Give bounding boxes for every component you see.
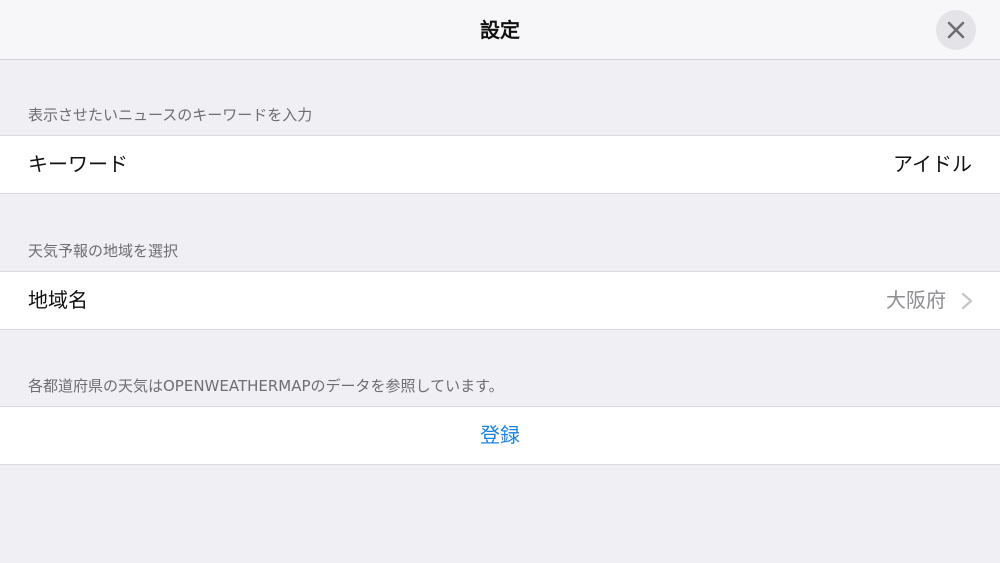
- region-cell[interactable]: 地域名 大阪府: [0, 271, 1000, 330]
- region-section-header: 天気予報の地域を選択: [28, 242, 179, 260]
- keyword-cell[interactable]: キーワード アイドル: [0, 135, 1000, 194]
- page-title: 設定: [480, 18, 520, 42]
- navigation-bar: 設定: [0, 0, 1000, 60]
- register-section-header: 各都道府県の天気はOPENWEATHERMAPのデータを参照しています。: [28, 377, 504, 395]
- close-button[interactable]: [936, 10, 976, 50]
- keyword-value[interactable]: アイドル: [893, 136, 972, 193]
- keyword-section-header: 表示させたいニュースのキーワードを入力: [28, 106, 313, 124]
- close-icon: [947, 21, 965, 39]
- register-cell[interactable]: 登録: [0, 406, 1000, 465]
- region-value: 大阪府: [886, 288, 946, 312]
- region-label: 地域名: [28, 288, 88, 312]
- chevron-right-icon: [961, 292, 973, 310]
- register-button[interactable]: 登録: [0, 407, 1000, 464]
- keyword-label: キーワード: [28, 152, 128, 176]
